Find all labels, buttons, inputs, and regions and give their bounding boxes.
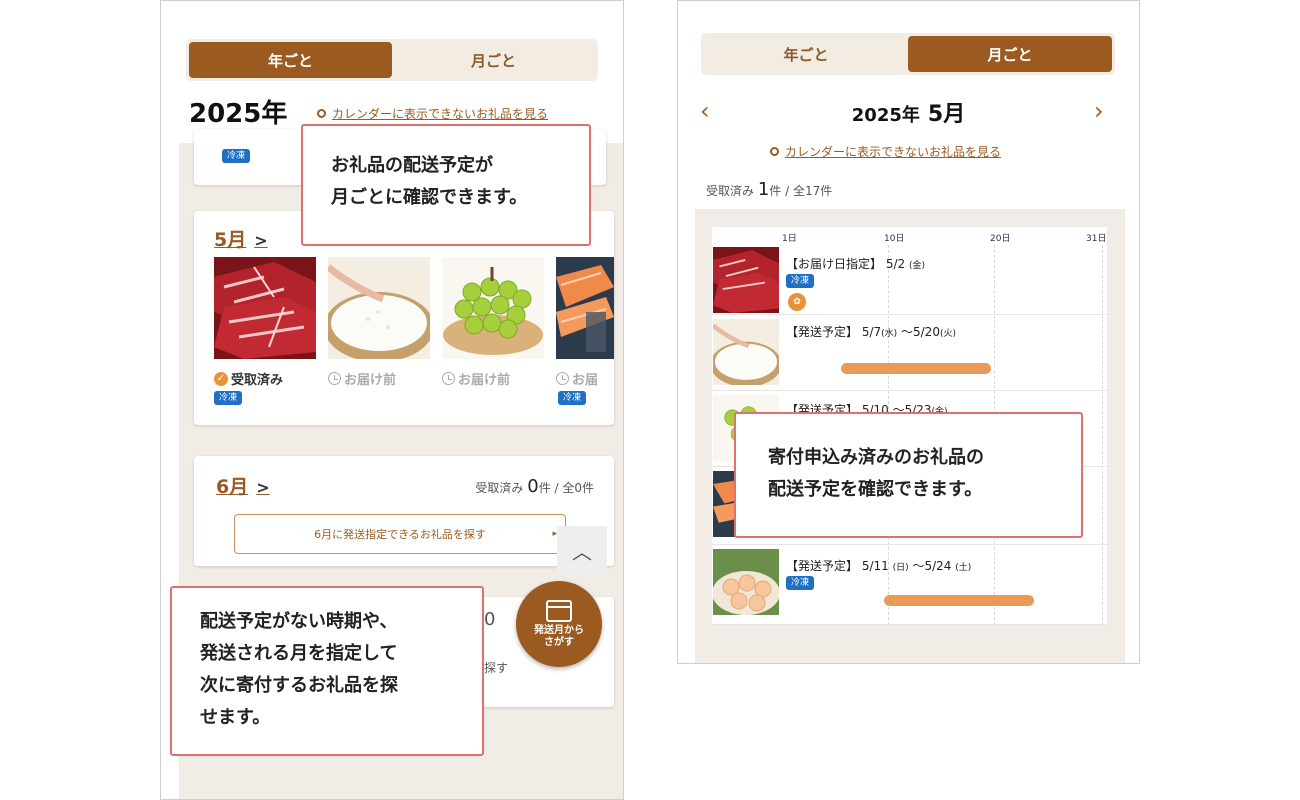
view-toggle: 年ごと 月ごと <box>186 39 598 81</box>
scroll-to-top-button[interactable]: ︿ <box>557 526 607 574</box>
weekday: (土) <box>955 563 972 573</box>
schedule-label: 【発送予定】 5/11 (日) ～5/24 (土) <box>786 557 971 574</box>
schedule-label: 【お届け日指定】 5/2 (金) <box>786 255 925 272</box>
callout-find-items: 配送予定がない時期や、 発送される月を指定して 次に寄付するお礼品を探 せます。 <box>170 586 484 756</box>
tab-year[interactable]: 年ごと <box>189 42 392 78</box>
link-label: カレンダーに表示できないお礼品を見る <box>332 107 549 121</box>
clock-icon <box>442 372 455 385</box>
tab-month[interactable]: 月ごと <box>908 36 1112 72</box>
received-count: 受取済み 1件 / 全17件 <box>706 179 832 200</box>
product-image-beef <box>713 247 779 313</box>
callout-line: せます。 <box>200 707 271 728</box>
total-label: 件 / 全17件 <box>769 184 833 198</box>
product-image-salmon[interactable] <box>556 257 614 359</box>
month-label: 6月 <box>216 476 249 498</box>
bullet-icon <box>317 109 326 118</box>
date-text: 【お届け日指定】 5/2 <box>786 257 906 271</box>
callout-line: 次に寄付するお礼品を探 <box>200 675 398 696</box>
month-card-june: 6月 > 受取済み 0件 / 全0件 6月に発送指定できるお礼品を探す ▸ <box>194 456 614 566</box>
delivery-range-bar <box>884 595 1034 606</box>
status-label: お届 <box>572 373 599 388</box>
month-link-may[interactable]: 5月 > <box>214 225 268 252</box>
search-by-month-fab[interactable]: 発送月から さがす <box>516 581 602 667</box>
undisplayable-items-link[interactable]: カレンダーに表示できないお礼品を見る <box>770 143 1001 160</box>
chevron-right-icon: > <box>254 231 268 250</box>
frozen-badge: 冷凍 <box>214 391 243 405</box>
date-text: 【発送予定】 5/11 <box>786 559 889 573</box>
weekday: (火) <box>939 329 956 339</box>
received-number: 1 <box>757 179 770 200</box>
fab-label-line1: 発送月から <box>534 624 584 636</box>
status-pending: お届け前 <box>442 369 510 388</box>
calendar-search-icon <box>546 599 572 622</box>
axis-label-day1: 1日 <box>782 234 797 244</box>
product-image-scallops <box>713 549 779 615</box>
clock-icon <box>328 372 341 385</box>
product-image-rice <box>713 319 779 385</box>
status-pending: お届 <box>556 369 598 388</box>
date-text: 【発送予定】 5/7 <box>786 325 882 339</box>
received-label: 受取済み <box>475 481 524 495</box>
product-image-grapes[interactable] <box>442 257 544 359</box>
callout-line: 月ごとに確認できます。 <box>331 187 528 208</box>
received-label: 受取済み <box>706 184 755 198</box>
title-year: 2025年 <box>851 105 920 126</box>
chevron-up-icon: ︿ <box>572 539 592 564</box>
button-label: 6月に発送指定できるお礼品を探す <box>314 528 486 541</box>
weekday: (金) <box>908 261 925 271</box>
clock-icon <box>556 372 569 385</box>
total-label: 件 / 全0件 <box>538 481 594 495</box>
tab-month[interactable]: 月ごと <box>392 42 595 78</box>
weekday: (日) <box>892 563 909 573</box>
frozen-badge: 冷凍 <box>558 391 587 405</box>
tab-year[interactable]: 年ごと <box>704 36 908 72</box>
status-pending: お届け前 <box>328 369 396 388</box>
callout-line: 発送される月を指定して <box>200 643 398 664</box>
delivery-range-bar <box>841 363 991 374</box>
month-label: 5月 <box>214 229 247 251</box>
axis-label-day31: 31日 <box>1086 234 1107 244</box>
month-title: 2025年 5月 <box>678 96 1139 128</box>
frozen-badge: 冷凍 <box>222 149 251 163</box>
callout-monthly-schedule: お礼品の配送予定が 月ごとに確認できます。 <box>301 124 591 246</box>
callout-line: 配送予定を確認できます。 <box>768 479 983 500</box>
bullet-icon <box>770 147 779 156</box>
status-label: お届け前 <box>344 373 397 388</box>
callout-donation-schedule: 寄付申込み済みのお礼品の 配送予定を確認できます。 <box>734 412 1083 538</box>
view-toggle: 年ごと 月ごと <box>701 33 1115 75</box>
search-button-fragment: 探す <box>484 661 509 675</box>
fab-label-line2: さがす <box>544 636 574 648</box>
callout-line: 寄付申込み済みのお礼品の <box>768 447 984 468</box>
status-label: お届け前 <box>458 373 511 388</box>
next-month-button[interactable]: › <box>1094 97 1104 125</box>
date-text: ～5/24 <box>912 559 952 573</box>
chevron-right-icon: > <box>256 478 270 497</box>
month-link-june[interactable]: 6月 > <box>216 472 270 499</box>
axis-label-day20: 20日 <box>990 234 1011 244</box>
search-june-items-button[interactable]: 6月に発送指定できるお礼品を探す ▸ <box>234 514 566 554</box>
year-title: 2025年 <box>189 99 288 129</box>
received-number: 0 <box>484 609 496 630</box>
axis-label-day10: 10日 <box>884 234 905 244</box>
frozen-badge: 冷凍 <box>786 274 815 288</box>
chevron-right-icon: › <box>1094 97 1104 125</box>
weekday: (水) <box>881 329 898 339</box>
product-image-beef[interactable] <box>214 257 316 359</box>
callout-line: お礼品の配送予定が <box>331 155 493 176</box>
received-number: 0 <box>527 476 539 497</box>
callout-line: 配送予定がない時期や、 <box>200 611 398 632</box>
gift-icon: ✿ <box>788 293 806 311</box>
title-month: 5月 <box>927 102 966 127</box>
schedule-label: 【発送予定】 5/7(水) ～5/20(火) <box>786 323 956 340</box>
frozen-badge: 冷凍 <box>786 576 815 590</box>
status-label: 受取済み <box>231 373 284 388</box>
check-icon: ✓ <box>214 371 228 386</box>
link-label: カレンダーに表示できないお礼品を見る <box>785 145 1002 159</box>
received-count: 受取済み 0件 / 全0件 <box>475 476 594 497</box>
status-received: ✓ 受取済み <box>214 369 283 388</box>
undisplayable-items-link[interactable]: カレンダーに表示できないお礼品を見る <box>317 105 548 122</box>
phone-month-view: 年ごと 月ごと ‹ 2025年 5月 › カレンダーに表示できないお礼品を見る 受… <box>677 0 1140 664</box>
date-text: ～5/20 <box>901 325 940 339</box>
product-image-rice[interactable] <box>328 257 430 359</box>
